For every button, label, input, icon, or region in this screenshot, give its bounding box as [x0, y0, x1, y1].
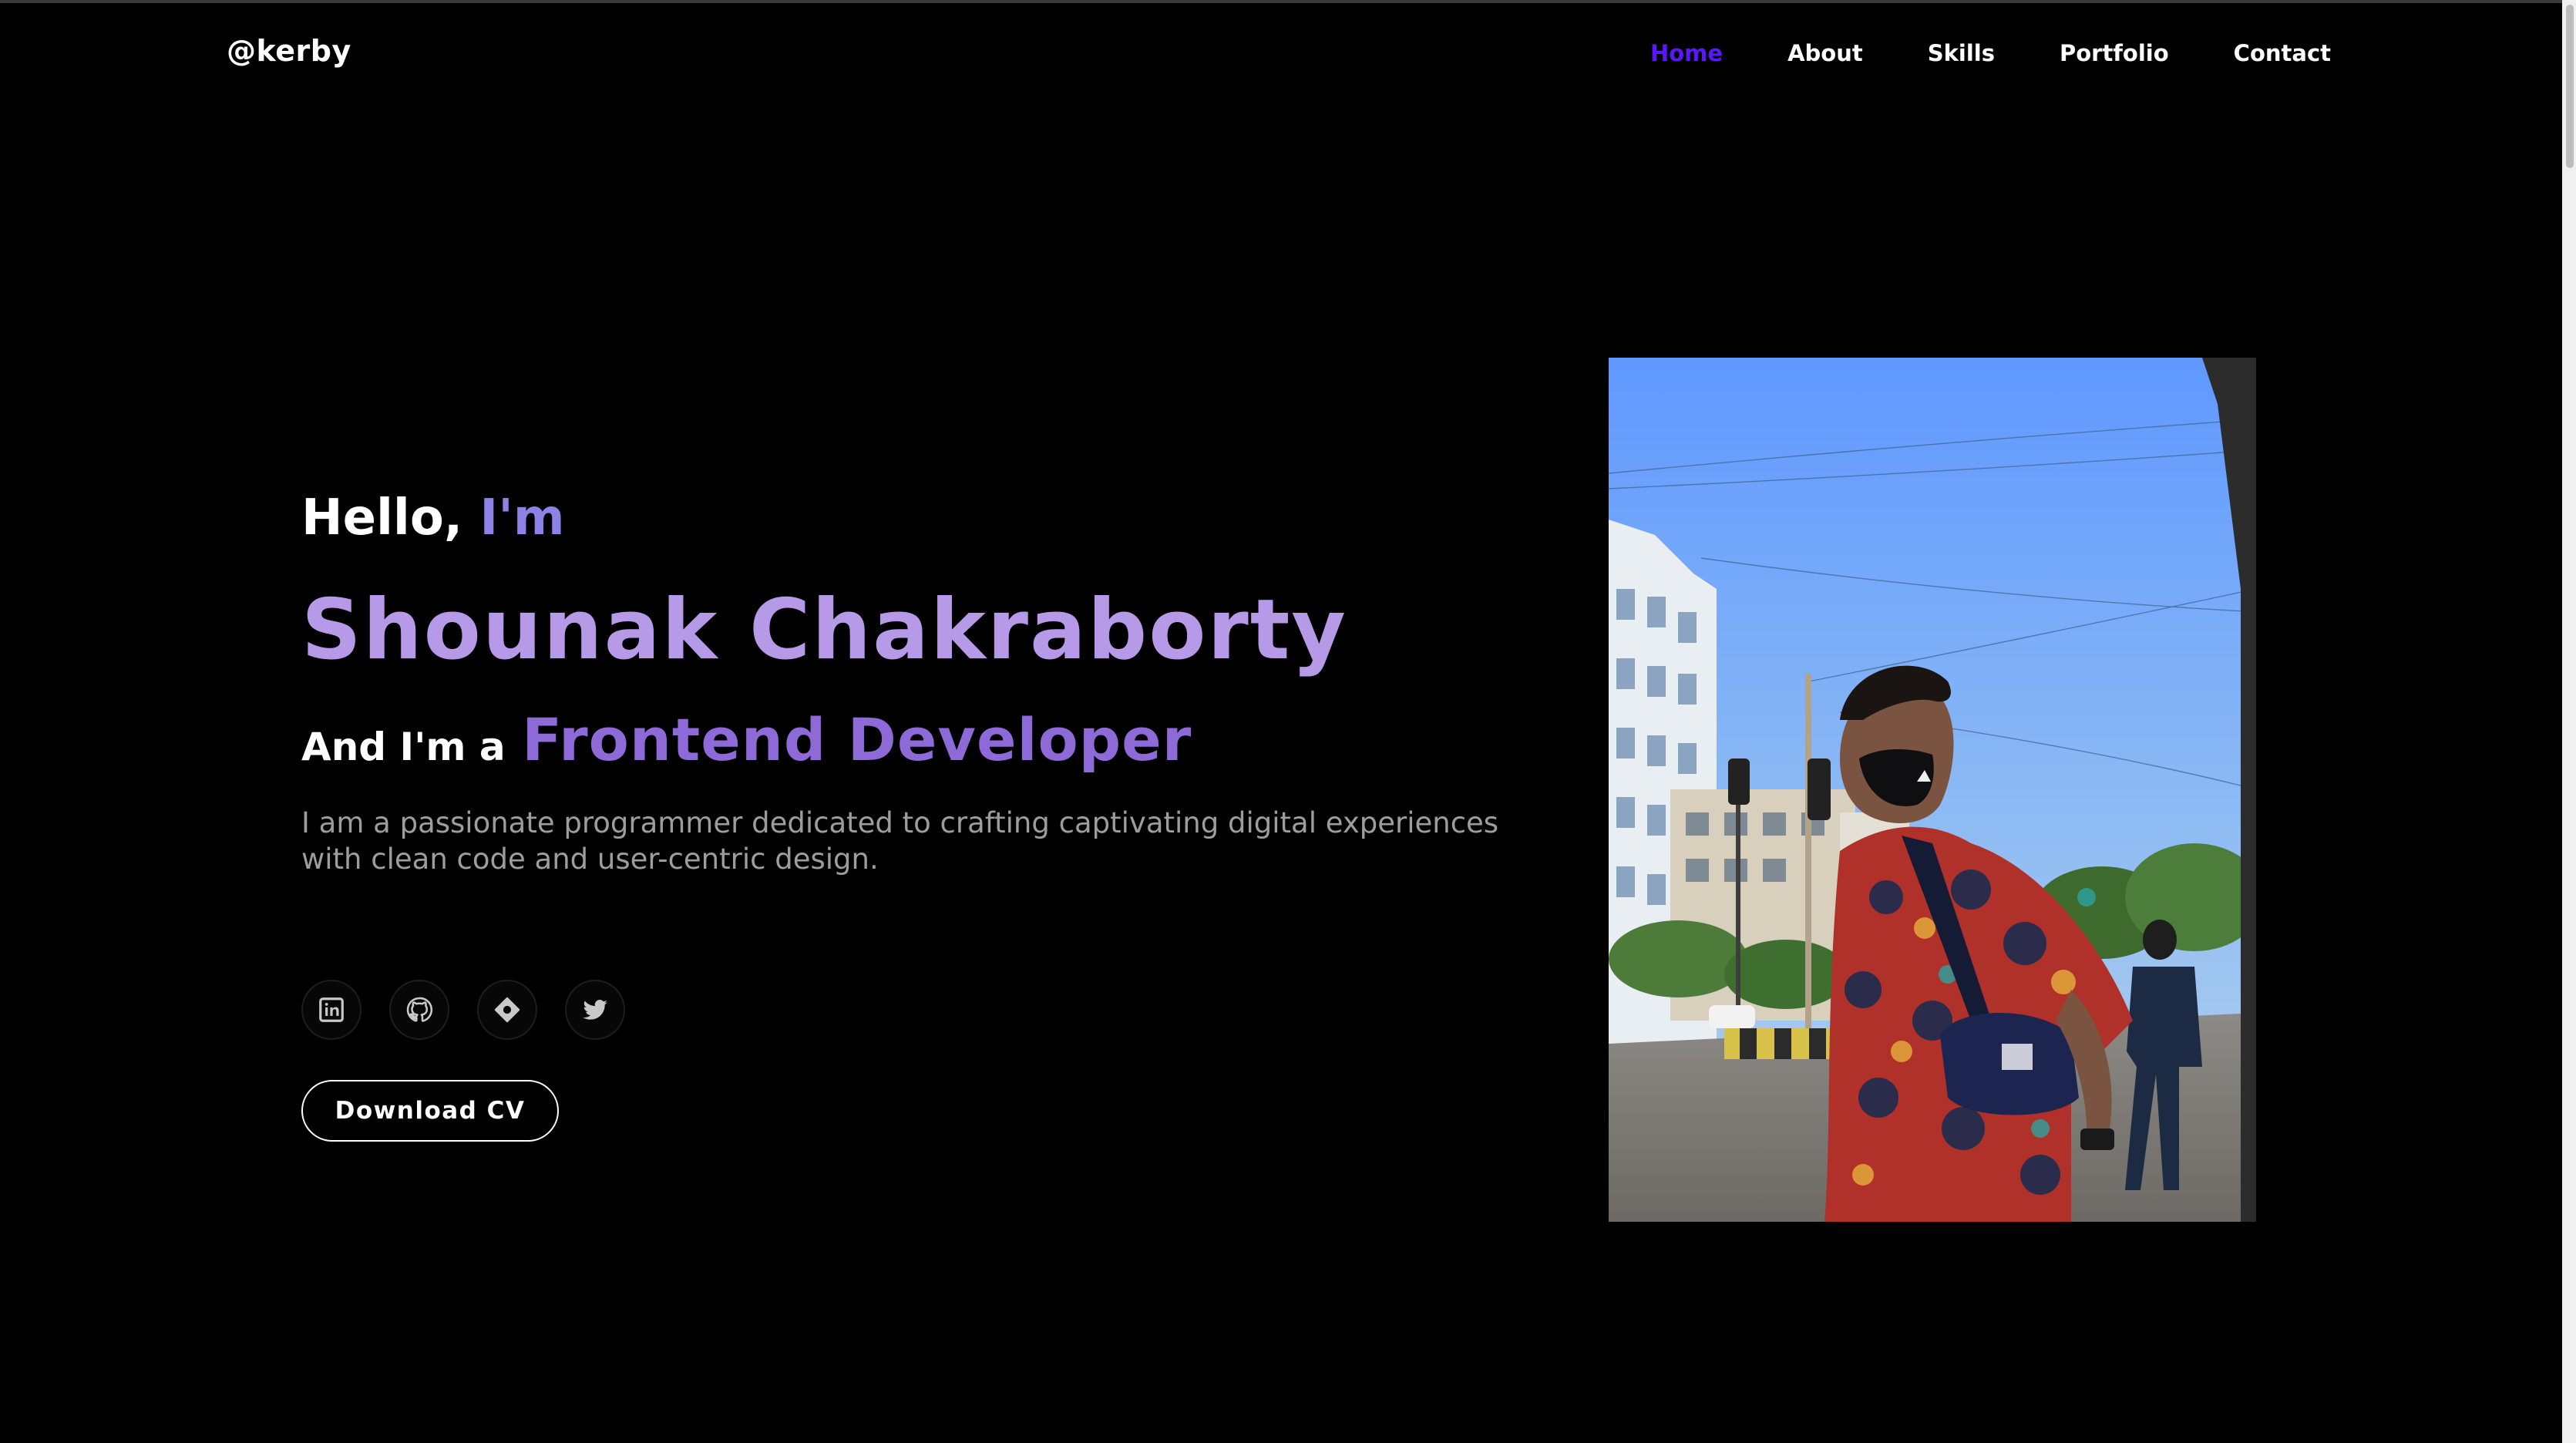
github-icon: [406, 997, 433, 1022]
linkedin-link[interactable]: [301, 980, 362, 1040]
role-title: Frontend Developer: [522, 705, 1192, 774]
nav-about[interactable]: About: [1787, 40, 1863, 66]
nav-home[interactable]: Home: [1650, 40, 1723, 66]
greeting-accent: I'm: [479, 489, 565, 547]
download-cv-button[interactable]: Download CV: [301, 1080, 559, 1142]
page: @kerby Home About Skills Portfolio Conta…: [0, 0, 2576, 1443]
hashnode-link[interactable]: [477, 980, 537, 1040]
role-prefix: And I'm a: [301, 725, 506, 769]
hero-role: And I'm a Frontend Developer: [301, 711, 1504, 769]
site-logo[interactable]: @kerby: [227, 34, 351, 68]
greeting-text: Hello,: [301, 489, 463, 547]
scrollbar-thumb[interactable]: [2566, 5, 2574, 168]
scrollbar[interactable]: [2562, 0, 2576, 1443]
profile-photo: [1609, 358, 2256, 1222]
github-link[interactable]: [389, 980, 449, 1040]
twitter-link[interactable]: [565, 980, 625, 1040]
twitter-icon: [583, 999, 607, 1020]
profile-photo-image: [1609, 358, 2256, 1222]
hero-description: I am a passionate programmer dedicated t…: [301, 806, 1499, 876]
window-top-border: [0, 0, 2576, 3]
nav-portfolio[interactable]: Portfolio: [2060, 40, 2169, 66]
hero-name: Shounak Chakraborty: [301, 582, 1347, 678]
linkedin-icon: [319, 997, 344, 1022]
hashnode-icon: [494, 997, 520, 1023]
nav-contact[interactable]: Contact: [2234, 40, 2331, 66]
main-nav: Home About Skills Portfolio Contact: [1650, 40, 2331, 66]
hero-text: Hello, I'm Shounak Chakraborty And I'm a…: [301, 493, 1504, 878]
social-links: [301, 980, 625, 1040]
nav-skills[interactable]: Skills: [1928, 40, 1995, 66]
hero-greeting: Hello, I'm: [301, 493, 1504, 543]
